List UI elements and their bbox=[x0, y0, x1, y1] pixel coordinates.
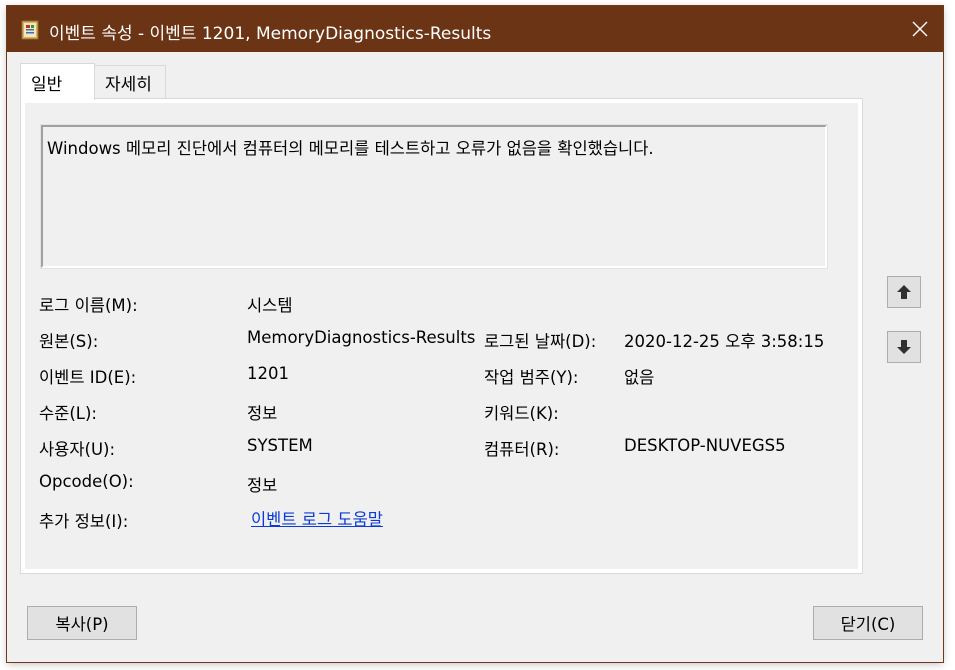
close-icon bbox=[912, 21, 928, 37]
user-value: SYSTEM bbox=[247, 436, 313, 455]
tab-general[interactable]: 일반 bbox=[20, 63, 95, 100]
keywords-label: 키워드(K): bbox=[484, 404, 559, 423]
logged-date-label: 로그된 날짜(D): bbox=[484, 332, 597, 351]
tab-details-label: 자세히 bbox=[105, 74, 152, 95]
close-button[interactable]: 닫기(C) bbox=[813, 606, 923, 640]
event-viewer-icon bbox=[21, 20, 39, 40]
close-window-button[interactable] bbox=[897, 6, 943, 52]
user-label: 사용자(U): bbox=[39, 440, 116, 459]
log-name-value: 시스템 bbox=[247, 296, 293, 315]
tab-general-label: 일반 bbox=[31, 74, 63, 95]
event-id-label: 이벤트 ID(E): bbox=[39, 368, 137, 387]
arrow-up-icon bbox=[897, 285, 911, 299]
level-label: 수준(L): bbox=[39, 404, 97, 423]
task-category-value: 없음 bbox=[624, 368, 655, 387]
opcode-value: 정보 bbox=[247, 476, 278, 495]
copy-button[interactable]: 복사(P) bbox=[27, 606, 137, 640]
event-properties-window: 이벤트 속성 - 이벤트 1201, MemoryDiagnostics-Res… bbox=[7, 6, 943, 662]
copy-button-label: 복사(P) bbox=[55, 615, 109, 634]
previous-event-button[interactable] bbox=[887, 276, 921, 308]
opcode-label: Opcode(O): bbox=[39, 472, 134, 491]
computer-label: 컴퓨터(R): bbox=[484, 440, 560, 459]
task-category-label: 작업 범주(Y): bbox=[484, 368, 579, 387]
event-id-value: 1201 bbox=[247, 364, 289, 383]
general-panel-content: Windows 메모리 진단에서 컴퓨터의 메모리를 테스트하고 오류가 없음을… bbox=[25, 103, 858, 569]
event-description[interactable]: Windows 메모리 진단에서 컴퓨터의 메모리를 테스트하고 오류가 없음을… bbox=[40, 124, 828, 269]
tab-details[interactable]: 자세히 bbox=[94, 65, 166, 99]
logged-date-value: 2020-12-25 오후 3:58:15 bbox=[624, 332, 825, 351]
source-label: 원본(S): bbox=[39, 332, 99, 351]
event-log-help-link[interactable]: 이벤트 로그 도움말 bbox=[251, 506, 383, 530]
log-name-label: 로그 이름(M): bbox=[39, 296, 138, 315]
arrow-down-icon bbox=[897, 340, 911, 354]
general-panel: Windows 메모리 진단에서 컴퓨터의 메모리를 테스트하고 오류가 없음을… bbox=[20, 98, 863, 574]
next-event-button[interactable] bbox=[887, 331, 921, 363]
level-value: 정보 bbox=[247, 404, 278, 423]
close-button-label: 닫기(C) bbox=[840, 615, 896, 634]
computer-value: DESKTOP-NUVEGS5 bbox=[624, 436, 786, 455]
window-title: 이벤트 속성 - 이벤트 1201, MemoryDiagnostics-Res… bbox=[49, 24, 492, 44]
source-value: MemoryDiagnostics-Results bbox=[247, 328, 476, 347]
more-info-label: 추가 정보(I): bbox=[39, 512, 129, 531]
title-bar[interactable]: 이벤트 속성 - 이벤트 1201, MemoryDiagnostics-Res… bbox=[7, 6, 943, 52]
